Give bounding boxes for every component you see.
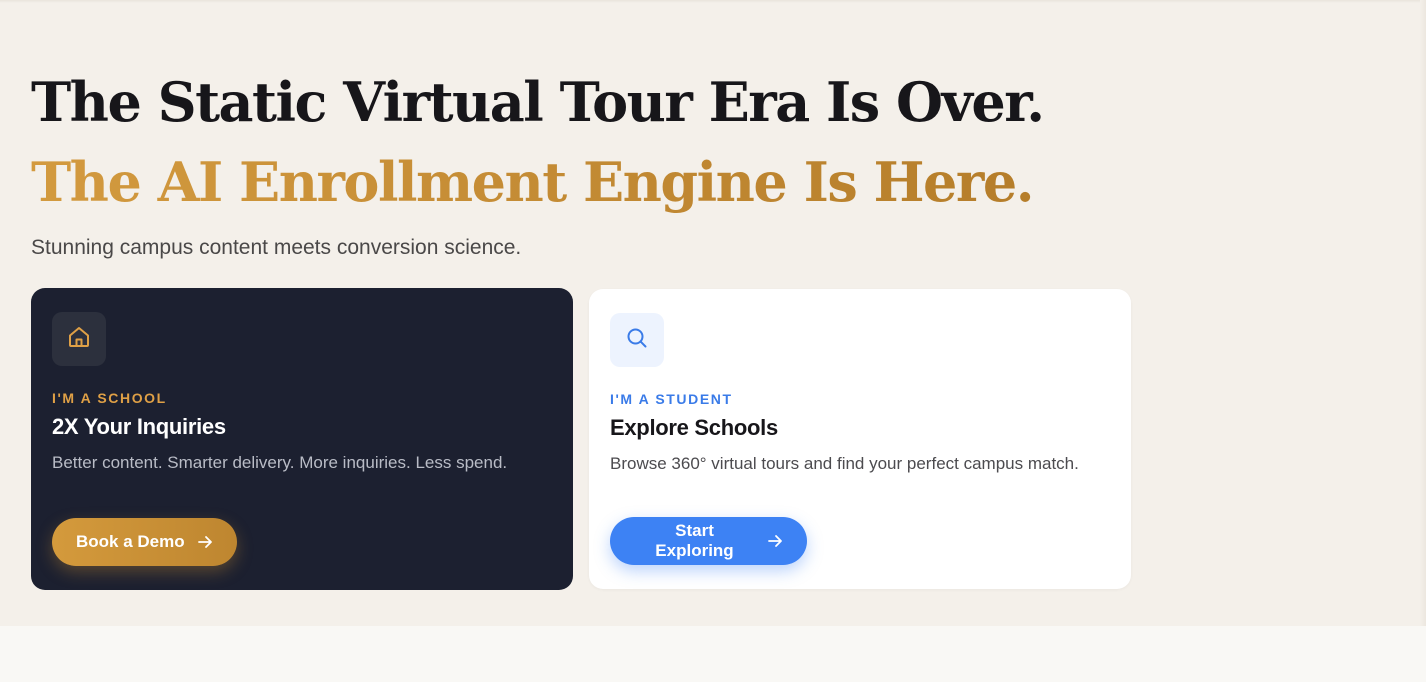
hero-section: The Static Virtual Tour Era Is Over. The… <box>0 0 1426 626</box>
book-demo-label: Book a Demo <box>76 532 185 551</box>
student-eyebrow: I'M A STUDENT <box>610 391 733 407</box>
page-edge <box>1420 0 1426 626</box>
school-eyebrow: I'M A SCHOOL <box>52 390 167 406</box>
student-card: I'M A STUDENT Explore Schools Browse 360… <box>589 289 1131 589</box>
home-icon <box>67 325 91 354</box>
hero-headline: The Static Virtual Tour Era Is Over. The… <box>31 62 1045 222</box>
student-card-description: Browse 360° virtual tours and find your … <box>610 454 1079 473</box>
school-card: I'M A SCHOOL 2X Your Inquiries Better co… <box>31 288 573 590</box>
arrow-right-icon <box>197 534 213 550</box>
start-exploring-label: Start Exploring <box>655 521 734 560</box>
school-card-description: Better content. Smarter delivery. More i… <box>52 453 508 472</box>
student-card-title: Explore Schools <box>610 415 778 440</box>
book-demo-button[interactable]: Book a Demo <box>52 518 237 566</box>
school-icon-box <box>52 312 106 366</box>
headline-line-2: The AI Enrollment Engine Is Here. <box>31 142 1044 222</box>
header-divider <box>0 0 1426 3</box>
hero-subtitle: Stunning campus content meets conversion… <box>31 236 522 259</box>
school-card-title: 2X Your Inquiries <box>52 414 226 439</box>
headline-line-1: The Static Virtual Tour Era Is Over. <box>31 70 1045 134</box>
next-section <box>0 626 1426 682</box>
student-icon-box <box>610 313 664 367</box>
start-exploring-button[interactable]: Start Exploring <box>610 517 807 565</box>
search-icon <box>625 326 649 355</box>
arrow-right-icon <box>767 533 783 549</box>
